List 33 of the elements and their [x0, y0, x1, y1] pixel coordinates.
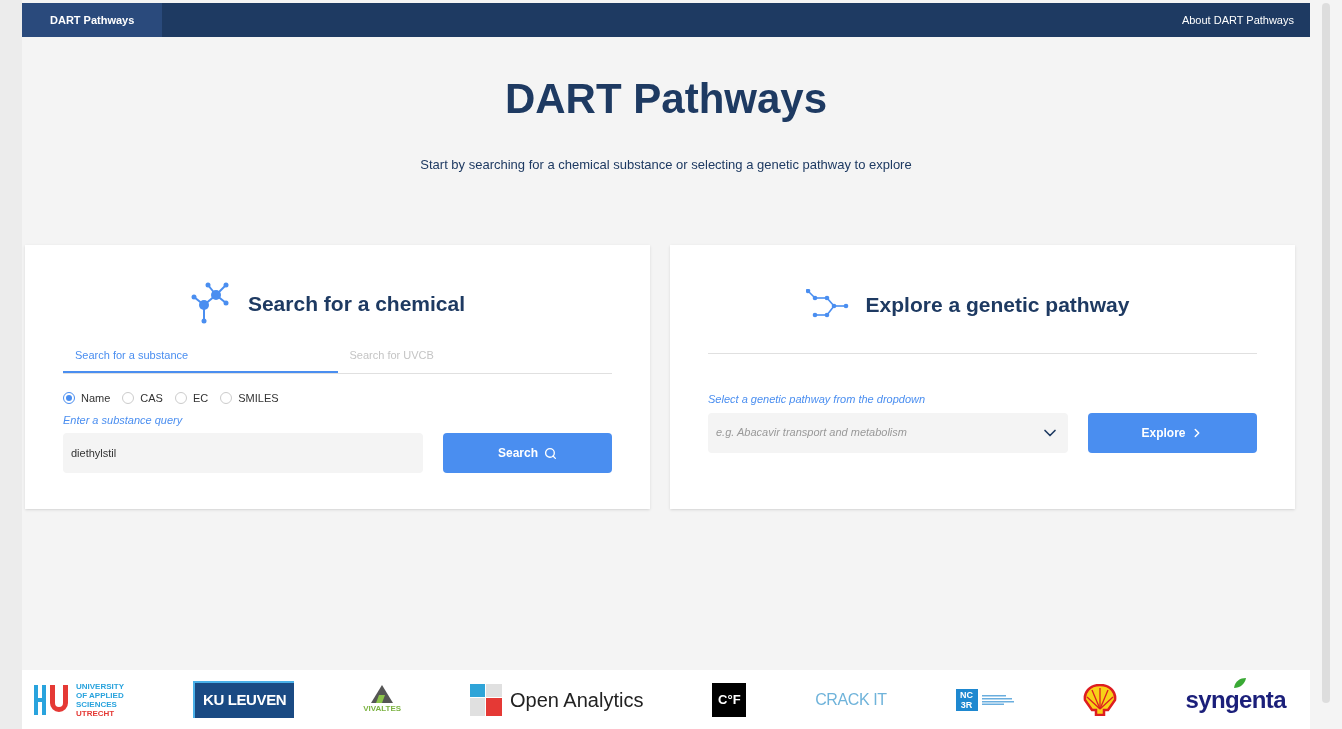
brand-link[interactable]: DART Pathways — [22, 3, 163, 37]
crack-it-logo: CRACK IT — [815, 689, 887, 710]
ku-leuven-logo: KU LEUVEN — [192, 681, 295, 718]
logo-text: SCIENCES — [76, 699, 118, 709]
text-lines-icon — [981, 694, 1014, 705]
card-title: Search for a chemical — [247, 290, 466, 317]
field-hint: Select a genetic pathway from the dropdown — [708, 392, 927, 407]
radio-option[interactable]: EC — [174, 390, 209, 407]
hu-mark-icon — [34, 684, 68, 715]
triangle-icon — [371, 684, 394, 703]
field-hint: Enter a substance query — [63, 412, 184, 428]
radio-option[interactable]: CAS — [122, 390, 163, 407]
page-subtitle: Start by searching for a chemical substance or selecting a genetic pathway to explore — [419, 156, 913, 174]
syngenta-logo: syngenta — [1185, 685, 1286, 713]
about-link[interactable]: About DART Pathways — [1181, 11, 1294, 29]
leaf-icon — [1234, 677, 1247, 688]
nc3rs-logo: NC 3R — [955, 688, 978, 711]
search-icon — [544, 446, 557, 460]
page-title: DART Pathways — [503, 74, 829, 124]
squares-icon — [470, 683, 502, 716]
logo-text: UNIVERSITY — [76, 681, 124, 691]
card-title: Explore a genetic pathway — [865, 291, 1130, 318]
scrollbar[interactable] — [1310, 0, 1342, 729]
logo-text: UTRECHT — [76, 708, 116, 718]
cf-logo: C°F — [712, 682, 747, 717]
vivaltes-logo: VIVALTES — [363, 684, 402, 715]
substance-input[interactable]: diethylstil — [63, 433, 423, 473]
radio-option[interactable]: SMILES — [220, 390, 279, 407]
open-analytics-logo: Open Analytics — [510, 687, 644, 713]
shell-icon — [1082, 683, 1117, 716]
radio-option[interactable]: Name — [63, 390, 111, 407]
pathway-icon — [805, 289, 850, 320]
logo-text: OF APPLIED — [76, 690, 124, 700]
